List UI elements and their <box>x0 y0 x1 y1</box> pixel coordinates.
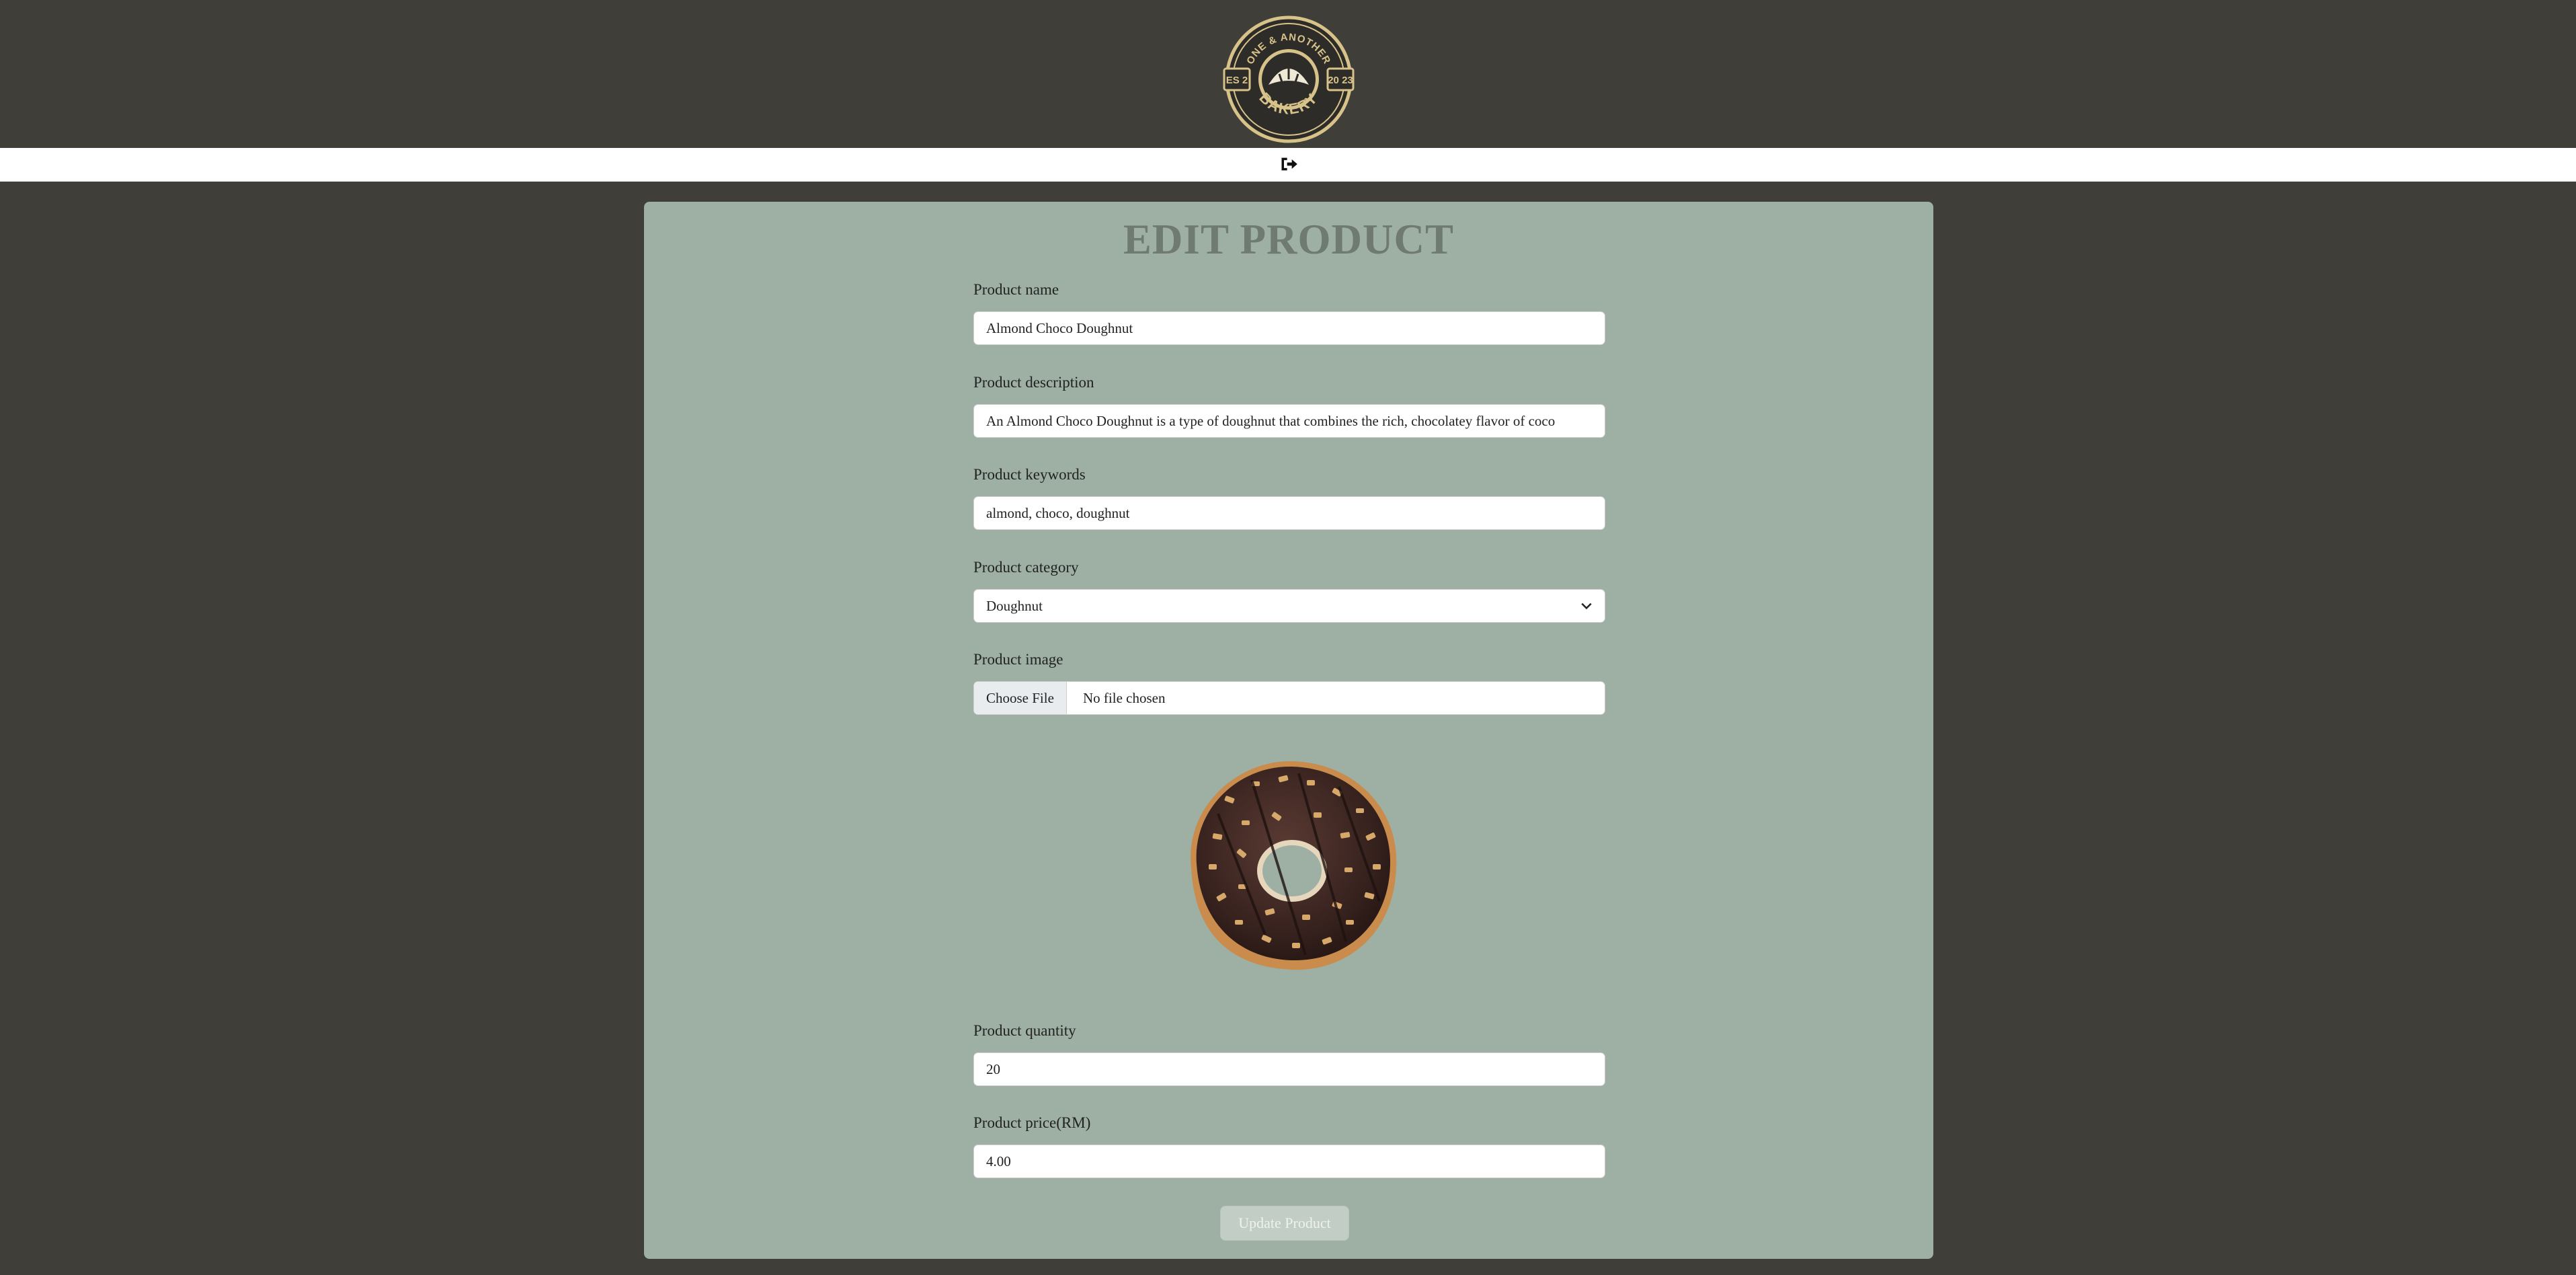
product-keywords-label: Product keywords <box>973 466 1086 483</box>
product-category-select[interactable]: Doughnut <box>973 589 1605 623</box>
bakery-logo[interactable]: ES 2 20 23 ONE & ANOTHER BAKERY <box>1221 12 1356 147</box>
logo-left-badge: ES 2 <box>1226 75 1248 86</box>
edit-product-panel: EDIT PRODUCT Product name Almond Choco D… <box>644 202 1933 1259</box>
product-category-value: Doughnut <box>986 598 1043 614</box>
product-image-label: Product image <box>973 651 1063 668</box>
choose-file-button[interactable]: Choose File <box>974 682 1067 714</box>
product-quantity-input[interactable]: 20 <box>973 1052 1605 1086</box>
product-name-label: Product name <box>973 281 1059 298</box>
product-keywords-input[interactable]: almond, choco, doughnut <box>973 496 1605 530</box>
site-header: ES 2 20 23 ONE & ANOTHER BAKERY <box>0 0 2576 148</box>
product-image-file-input[interactable]: Choose File No file chosen <box>973 681 1605 715</box>
file-status-text: No file chosen <box>1083 690 1166 706</box>
product-quantity-label: Product quantity <box>973 1022 1076 1039</box>
product-category-label: Product category <box>973 559 1079 576</box>
sign-out-icon[interactable] <box>1279 155 1298 173</box>
product-price-input[interactable]: 4.00 <box>973 1145 1605 1178</box>
chevron-down-icon <box>1581 603 1592 610</box>
page-title: EDIT PRODUCT <box>1123 216 1455 263</box>
logo-right-badge: 20 23 <box>1328 75 1353 86</box>
product-name-input[interactable]: Almond Choco Doughnut <box>973 311 1605 345</box>
product-description-input[interactable]: An Almond Choco Doughnut is a type of do… <box>973 404 1605 438</box>
product-image-preview <box>1191 761 1397 970</box>
product-price-label: Product price(RM) <box>973 1114 1091 1131</box>
update-product-button[interactable]: Update Product <box>1220 1206 1349 1241</box>
product-description-label: Product description <box>973 374 1094 391</box>
